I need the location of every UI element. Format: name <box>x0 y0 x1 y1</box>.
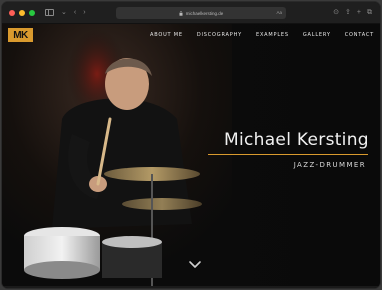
chevron-down-icon[interactable]: ⌄ <box>61 9 67 16</box>
toolbar-right-icons: ⊙ ⇪ + ⧉ <box>333 9 372 16</box>
page-bottom-edge <box>2 286 380 288</box>
fullscreen-window-button[interactable] <box>29 9 35 16</box>
lock-icon <box>179 10 183 16</box>
reader-mode-icon[interactable]: Aa <box>276 10 282 15</box>
hero-drummer-photo <box>2 24 232 288</box>
nav-item-discography[interactable]: DISCOGRAPHY <box>197 32 242 38</box>
chevron-down-icon[interactable] <box>188 260 202 270</box>
nav-item-examples[interactable]: EXAMPLES <box>256 32 289 38</box>
sidebar-toggle-icon[interactable] <box>45 9 54 16</box>
website-page: MK ABOUT ME DISCOGRAPHY EXAMPLES GALLERY… <box>2 24 380 288</box>
nav-item-gallery[interactable]: GALLERY <box>303 32 331 38</box>
new-tab-icon[interactable]: + <box>357 9 361 16</box>
forward-icon[interactable]: › <box>83 9 85 16</box>
toolbar-left-icons: ⌄ ‹ › <box>45 9 86 16</box>
browser-window: ⌄ ‹ › michaelkersting.de Aa ⊙ ⇪ + ⧉ MK A… <box>2 2 380 288</box>
tab-overview-icon[interactable]: ⧉ <box>367 9 372 16</box>
site-logo[interactable]: MK <box>8 28 33 42</box>
window-controls <box>9 9 35 16</box>
download-icon[interactable]: ⊙ <box>333 9 339 16</box>
nav-item-about-me[interactable]: ABOUT ME <box>150 32 183 38</box>
nav-item-contact[interactable]: CONTACT <box>345 32 374 38</box>
main-navigation: ABOUT ME DISCOGRAPHY EXAMPLES GALLERY CO… <box>150 32 374 38</box>
hero-title: Michael Kersting <box>224 130 369 150</box>
minimize-window-button[interactable] <box>19 9 25 16</box>
share-icon[interactable]: ⇪ <box>345 9 351 16</box>
address-bar[interactable]: michaelkersting.de Aa <box>116 7 286 19</box>
close-window-button[interactable] <box>9 9 15 16</box>
browser-toolbar: ⌄ ‹ › michaelkersting.de Aa ⊙ ⇪ + ⧉ <box>2 2 380 24</box>
url-text: michaelkersting.de <box>185 10 224 16</box>
back-icon[interactable]: ‹ <box>74 9 76 16</box>
hero-subtitle: JAZZ-DRUMMER <box>293 161 366 169</box>
hero-divider <box>208 154 368 155</box>
